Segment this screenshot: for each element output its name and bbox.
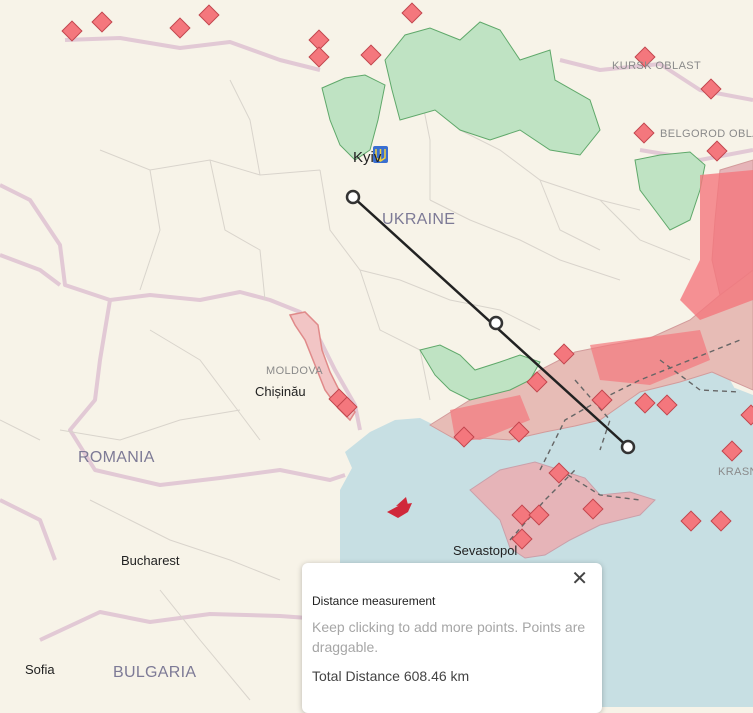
label-bulgaria: BULGARIA (113, 664, 197, 681)
measure-point-end[interactable] (620, 439, 636, 455)
total-distance-value: 608.46 km (403, 668, 470, 684)
measure-point-midpoint[interactable] (488, 315, 504, 331)
label-romania: ROMANIA (78, 449, 155, 466)
label-chisinau: Chișinău (255, 384, 306, 399)
label-ukraine: UKRAINE (382, 211, 456, 228)
measure-point-start[interactable] (345, 189, 361, 205)
label-sofia: Sofia (25, 662, 55, 677)
label-krasnodar: KRASN (718, 466, 753, 478)
distance-measurement-panel: ✕ Distance measurement Keep clicking to … (302, 563, 602, 713)
label-bucharest: Bucharest (121, 553, 180, 568)
label-moldova: MOLDOVA (266, 365, 323, 377)
panel-title: Distance measurement (312, 594, 436, 608)
panel-hint: Keep clicking to add more points. Points… (312, 619, 586, 655)
close-icon[interactable]: ✕ (571, 569, 588, 589)
label-kursk-oblast: KURSK OBLAST (612, 60, 702, 72)
total-distance-label: Total Distance (312, 668, 400, 684)
label-sevastopol: Sevastopol (453, 543, 518, 558)
total-distance: Total Distance 608.46 km (312, 668, 469, 684)
label-belgorod-oblast: BELGOROD OBLAST (660, 128, 753, 140)
label-kyiv: Kyiv (353, 149, 382, 166)
